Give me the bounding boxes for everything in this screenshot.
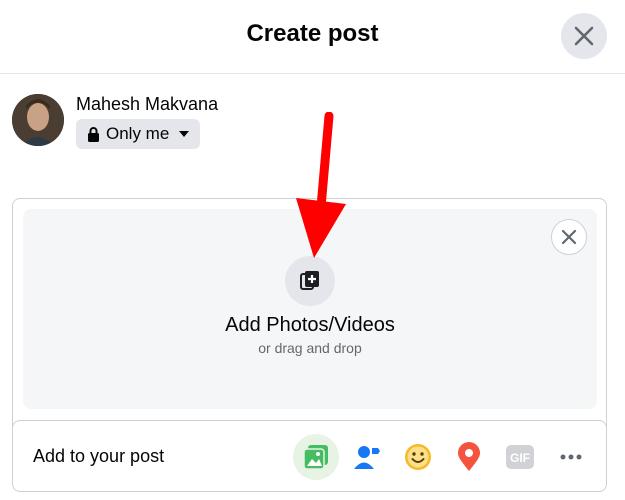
privacy-selector[interactable]: Only me <box>76 119 200 149</box>
privacy-label: Only me <box>106 124 170 143</box>
dropzone-subtitle: or drag and drop <box>258 340 362 356</box>
caret-down-icon <box>179 131 190 137</box>
photo-icon <box>303 445 328 470</box>
add-to-post-bar: Add to your post GIF <box>12 420 607 492</box>
check-in-button[interactable] <box>446 434 492 480</box>
dropzone-title: Add Photos/Videos <box>225 314 395 336</box>
dialog-title: Create post <box>246 20 379 47</box>
tag-people-icon <box>354 446 380 469</box>
location-pin-icon <box>458 442 480 471</box>
add-to-post-label: Add to your post <box>33 446 165 466</box>
photo-video-button[interactable] <box>293 434 339 480</box>
gif-button[interactable]: GIF <box>497 434 543 480</box>
more-icon <box>560 454 582 460</box>
close-icon <box>574 26 594 46</box>
close-icon <box>561 229 577 245</box>
tag-people-button[interactable] <box>344 434 390 480</box>
smiley-icon <box>405 444 431 470</box>
more-button[interactable] <box>548 434 594 480</box>
avatar-image <box>12 94 64 146</box>
dropzone-close-button[interactable] <box>551 219 587 255</box>
author-name: Mahesh Makvana <box>76 94 219 114</box>
gif-icon: GIF <box>506 445 534 469</box>
lock-icon <box>88 126 99 142</box>
feeling-activity-button[interactable] <box>395 434 441 480</box>
add-photo-icon <box>285 256 335 306</box>
red-arrow-icon <box>296 112 346 258</box>
avatar[interactable] <box>12 94 64 146</box>
svg-text:GIF: GIF <box>510 451 530 465</box>
close-button[interactable] <box>561 13 607 59</box>
dialog-header: Create post <box>0 0 625 74</box>
